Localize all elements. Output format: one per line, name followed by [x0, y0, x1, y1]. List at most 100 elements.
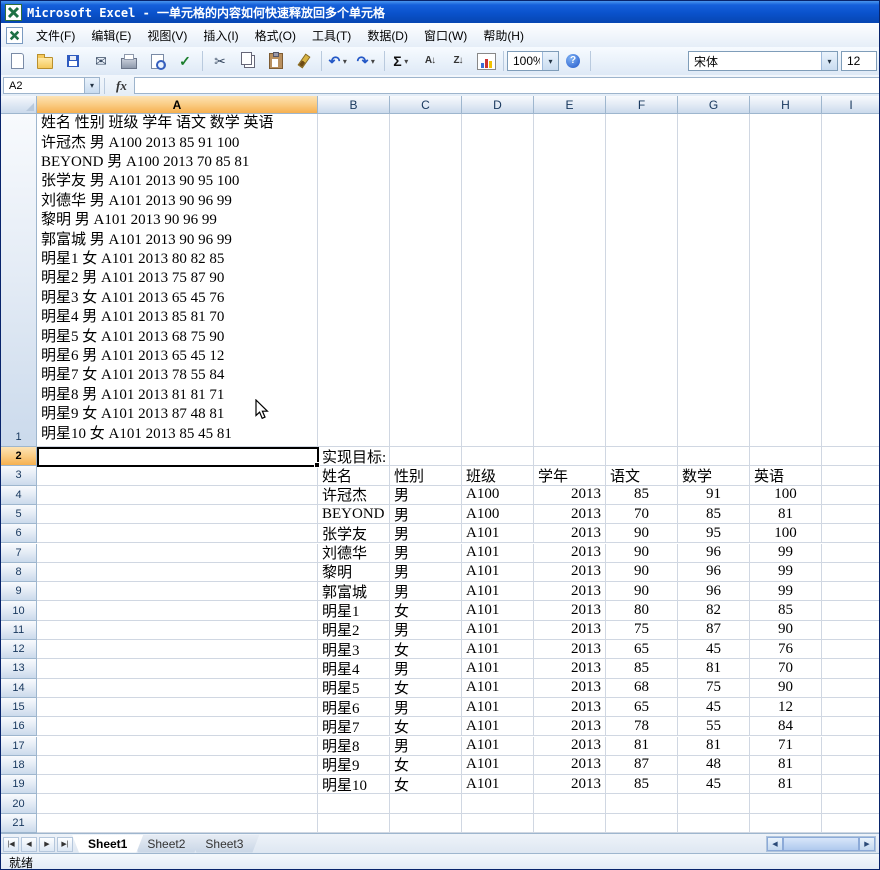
row-header-21[interactable]: 21 [1, 814, 37, 833]
tab-prev-button[interactable]: ◀ [21, 837, 37, 852]
redo-button[interactable]: ↷ [354, 49, 380, 73]
cell-C20[interactable] [390, 794, 462, 813]
cell-I4[interactable] [822, 486, 879, 505]
menu-view[interactable]: 视图(V) [139, 24, 195, 47]
col-header-I[interactable]: I [822, 96, 879, 114]
cell-G17[interactable]: 81 [678, 737, 750, 756]
dropdown-arrow-icon[interactable] [542, 52, 558, 70]
cell-I12[interactable] [822, 640, 879, 659]
cell-B16[interactable]: 明星7 [318, 717, 390, 736]
cell-B3[interactable]: 姓名 [318, 466, 390, 485]
cell-D17[interactable]: A101 [462, 737, 534, 756]
cell-D7[interactable]: A101 [462, 544, 534, 563]
menu-file[interactable]: 文件(F) [28, 24, 83, 47]
cell-I2[interactable] [822, 447, 879, 466]
col-header-B[interactable]: B [318, 96, 390, 114]
cell-G16[interactable]: 55 [678, 717, 750, 736]
cell-A16[interactable] [37, 717, 318, 736]
cell-I20[interactable] [822, 794, 879, 813]
cell-G3[interactable]: 数学 [678, 466, 750, 485]
cell-B13[interactable]: 明星4 [318, 659, 390, 678]
cell-A9[interactable] [37, 582, 318, 601]
cell-A8[interactable] [37, 563, 318, 582]
cell-E10[interactable]: 2013 [534, 601, 606, 620]
cell-E17[interactable]: 2013 [534, 737, 606, 756]
cell-H13[interactable]: 70 [750, 659, 822, 678]
format-painter-button[interactable] [291, 49, 317, 73]
cell-I14[interactable] [822, 679, 879, 698]
col-header-F[interactable]: F [606, 96, 678, 114]
cell-C17[interactable]: 男 [390, 737, 462, 756]
cell-A18[interactable] [37, 756, 318, 775]
cell-A7[interactable] [37, 544, 318, 563]
cell-G13[interactable]: 81 [678, 659, 750, 678]
cell-G9[interactable]: 96 [678, 582, 750, 601]
cell-H4[interactable]: 100 [750, 486, 822, 505]
cell-C13[interactable]: 男 [390, 659, 462, 678]
print-preview-button[interactable] [144, 49, 170, 73]
row-header-13[interactable]: 13 [1, 659, 37, 678]
cell-I18[interactable] [822, 756, 879, 775]
cell-C4[interactable]: 男 [390, 486, 462, 505]
undo-button[interactable]: ↶ [326, 49, 352, 73]
cell-G6[interactable]: 95 [678, 524, 750, 543]
cell-C8[interactable]: 男 [390, 563, 462, 582]
cell-B6[interactable]: 张学友 [318, 524, 390, 543]
cell-E5[interactable]: 2013 [534, 505, 606, 524]
menu-window[interactable]: 窗口(W) [416, 24, 475, 47]
tab-next-button[interactable]: ▶ [39, 837, 55, 852]
cell-F7[interactable]: 90 [606, 544, 678, 563]
cell-C15[interactable]: 男 [390, 698, 462, 717]
cell-F17[interactable]: 81 [606, 737, 678, 756]
cell-B15[interactable]: 明星6 [318, 698, 390, 717]
cell-A3[interactable] [37, 466, 318, 485]
cell-A12[interactable] [37, 640, 318, 659]
cell-F15[interactable]: 65 [606, 698, 678, 717]
cell-F19[interactable]: 85 [606, 775, 678, 794]
formula-input[interactable] [134, 77, 879, 94]
cell-H20[interactable] [750, 794, 822, 813]
cell-D20[interactable] [462, 794, 534, 813]
cell-C14[interactable]: 女 [390, 679, 462, 698]
cell-G20[interactable] [678, 794, 750, 813]
cell-H11[interactable]: 90 [750, 621, 822, 640]
cell-F5[interactable]: 70 [606, 505, 678, 524]
cell-A10[interactable] [37, 601, 318, 620]
cell-F3[interactable]: 语文 [606, 466, 678, 485]
cell-E16[interactable]: 2013 [534, 717, 606, 736]
row-header-19[interactable]: 19 [1, 775, 37, 794]
cell-A17[interactable] [37, 737, 318, 756]
cell-I3[interactable] [822, 466, 879, 485]
cell-I7[interactable] [822, 544, 879, 563]
cell-C1[interactable] [390, 114, 462, 447]
paste-button[interactable] [263, 49, 289, 73]
cell-B2[interactable]: 实现目标: [318, 447, 390, 466]
row-header-17[interactable]: 17 [1, 737, 37, 756]
cell-D21[interactable] [462, 814, 534, 833]
col-header-G[interactable]: G [678, 96, 750, 114]
scrollbar-thumb[interactable] [783, 837, 859, 851]
cell-E19[interactable]: 2013 [534, 775, 606, 794]
cell-B20[interactable] [318, 794, 390, 813]
cell-D2[interactable] [462, 447, 534, 466]
cell-H15[interactable]: 12 [750, 698, 822, 717]
cell-F8[interactable]: 90 [606, 563, 678, 582]
cell-H1[interactable] [750, 114, 822, 447]
cell-H17[interactable]: 71 [750, 737, 822, 756]
font-size-combo[interactable]: 12 [841, 51, 877, 71]
cell-B19[interactable]: 明星10 [318, 775, 390, 794]
spelling-button[interactable]: ✓ [172, 49, 198, 73]
cell-F13[interactable]: 85 [606, 659, 678, 678]
sort-desc-button[interactable]: Z↓ [445, 49, 471, 73]
cell-E20[interactable] [534, 794, 606, 813]
cell-E13[interactable]: 2013 [534, 659, 606, 678]
cell-A11[interactable] [37, 621, 318, 640]
cell-D13[interactable]: A101 [462, 659, 534, 678]
cell-E2[interactable] [534, 447, 606, 466]
cell-G15[interactable]: 45 [678, 698, 750, 717]
cell-H3[interactable]: 英语 [750, 466, 822, 485]
cell-A19[interactable] [37, 775, 318, 794]
row-header-12[interactable]: 12 [1, 640, 37, 659]
cell-D6[interactable]: A101 [462, 524, 534, 543]
cell-F1[interactable] [606, 114, 678, 447]
